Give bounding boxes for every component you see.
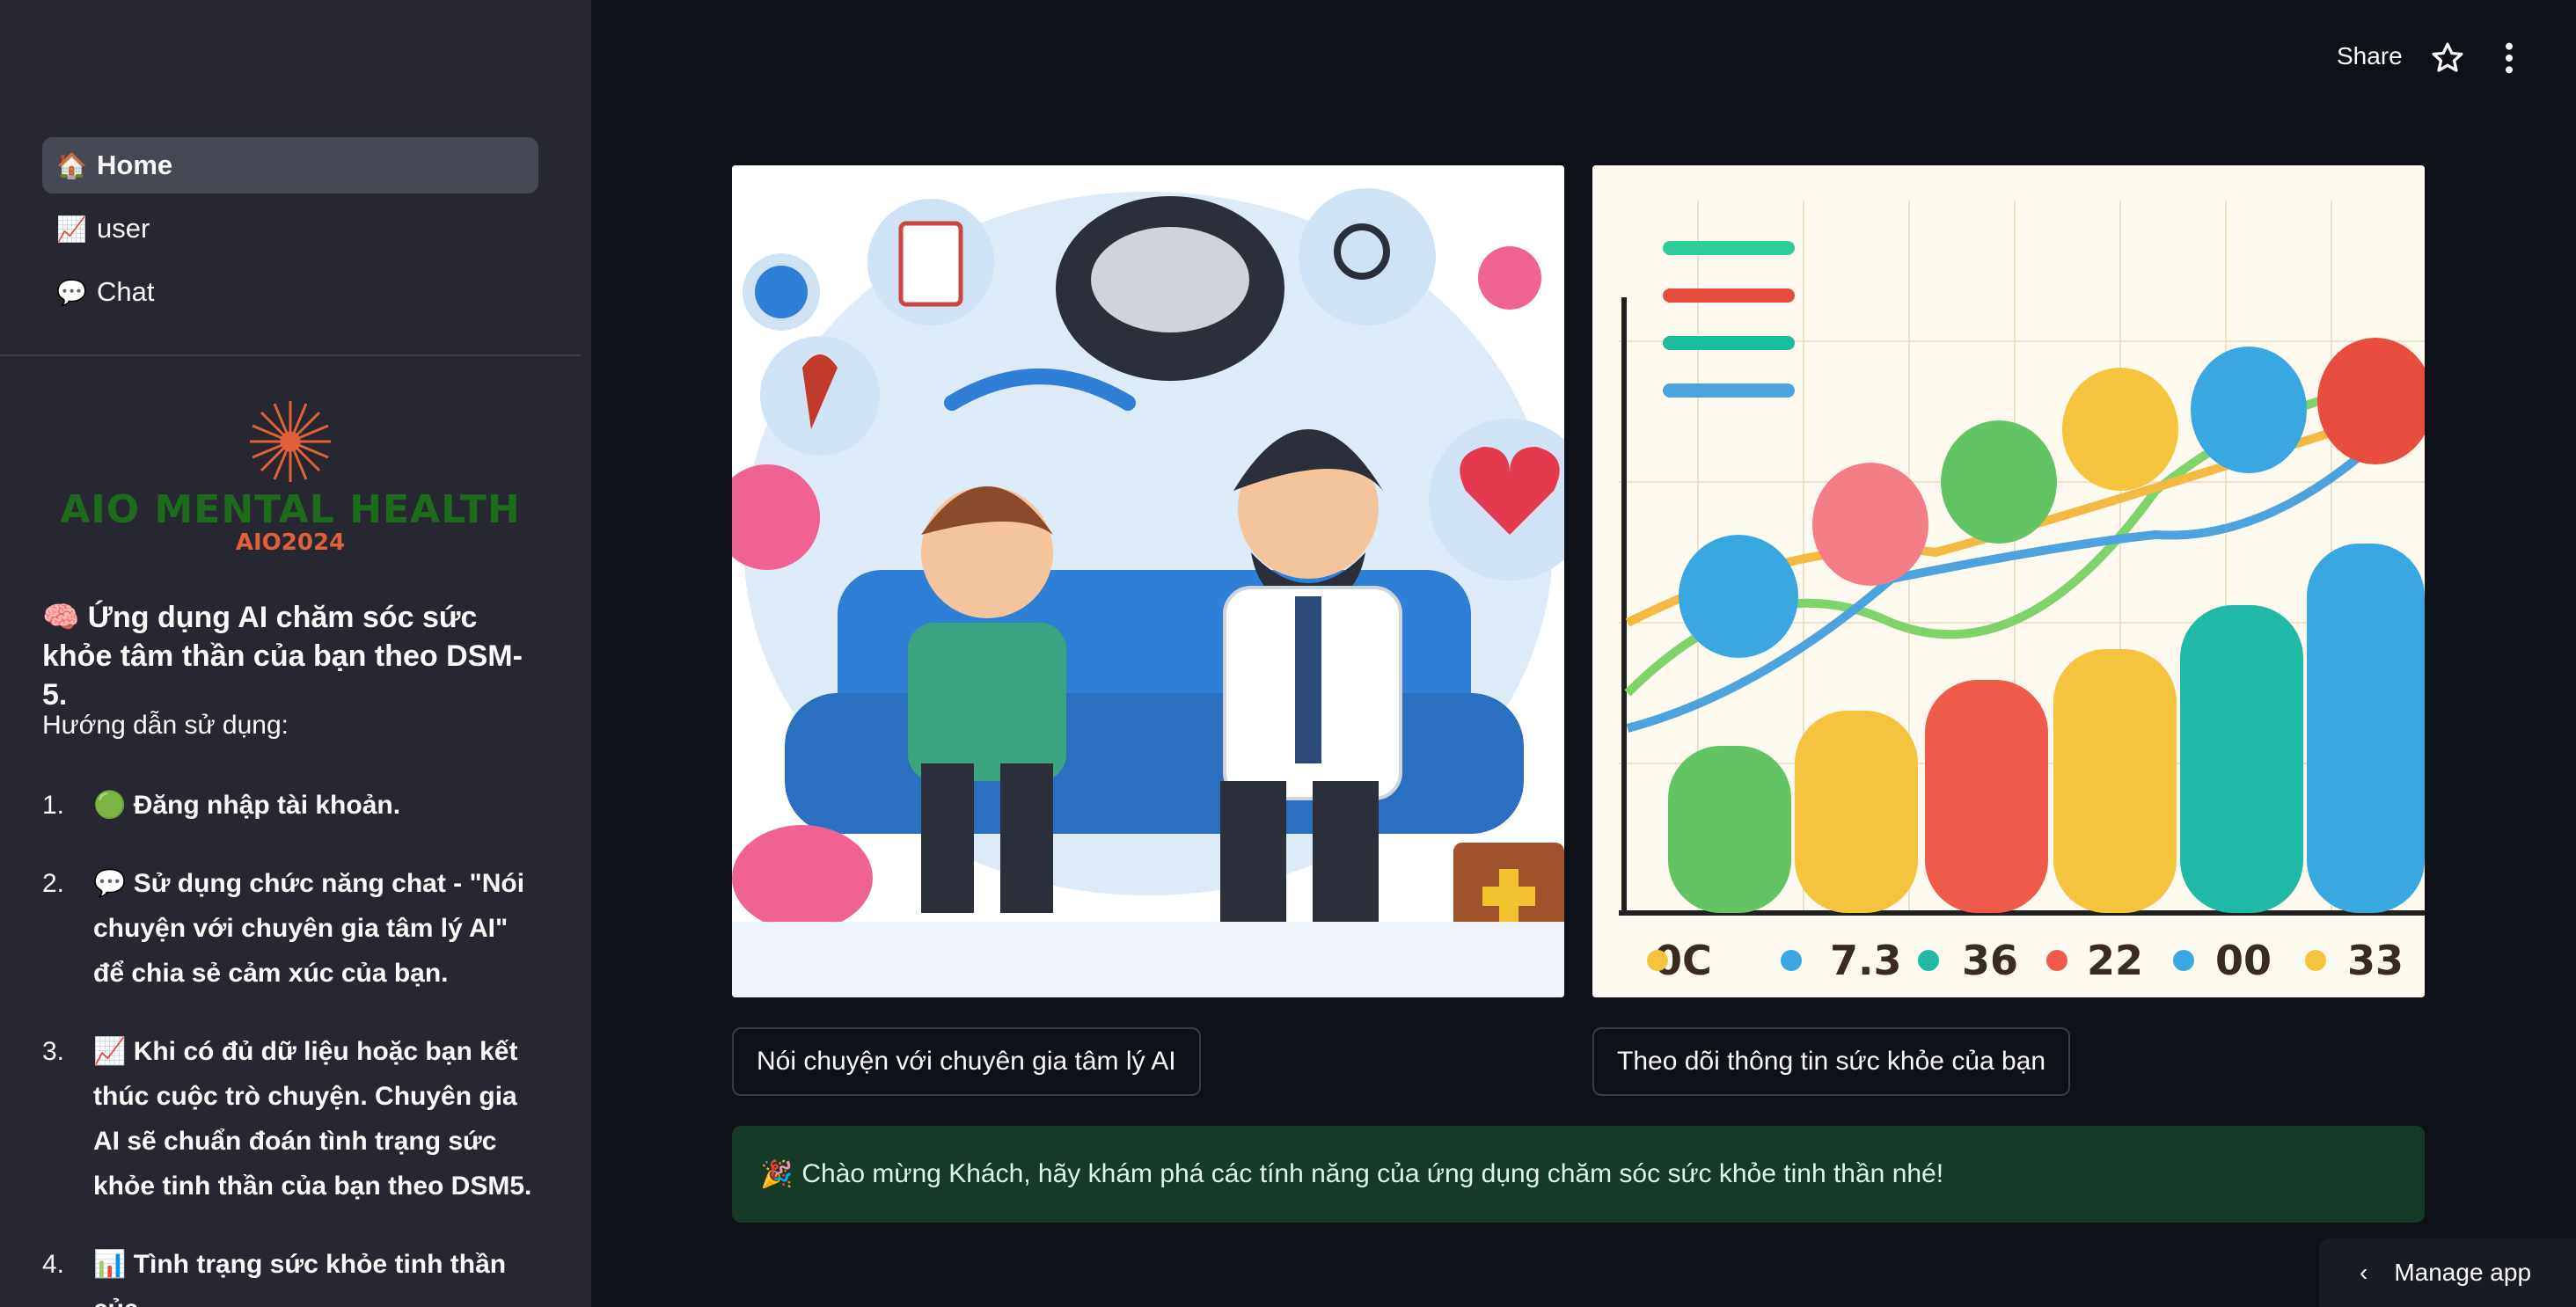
chart-label: 7.3 [1830, 937, 1902, 984]
list-item: 3. 📈 Khi có đủ dữ liệu hoặc bạn kết thúc … [42, 1037, 532, 1201]
sidebar-item-chat[interactable]: 💬 Chat [42, 264, 538, 320]
health-chart-illustration: 0C 7.3 36 22 00 33 [1592, 165, 2425, 997]
app-logo: AIO MENTAL HEALTH AIO2024 [42, 396, 538, 563]
counseling-illustration [732, 165, 1564, 997]
sidebar-item-home[interactable]: 🏠 Home [42, 137, 538, 193]
sidebar-item-label: Home [97, 150, 173, 180]
logo-subtitle: AIO2024 [235, 529, 346, 556]
list-item: 1. 🟢 Đăng nhập tài khoản. [42, 791, 401, 820]
app-intro: 🧠 Ứng dụng AI chăm sóc sức khỏe tâm thần… [42, 601, 523, 712]
chart-icon: 📈 [56, 215, 87, 243]
talk-to-ai-expert-button[interactable]: Nói chuyện với chuyên gia tâm lý AI [732, 1027, 1201, 1096]
welcome-success-alert: 🎉 Chào mừng Khách, hãy khám phá các tính… [732, 1126, 2425, 1223]
share-button[interactable]: Share [2337, 42, 2403, 70]
chart-label: 22 [2087, 937, 2143, 984]
speech-bubble-icon: 💬 [56, 278, 87, 306]
chevron-left-icon: ‹ [2360, 1259, 2368, 1286]
guide-steps: 1. 🟢 Đăng nhập tài khoản. 2. 💬 Sử dụng chứ… [42, 783, 544, 1307]
sidebar-item-user[interactable]: 📈 user [42, 201, 538, 257]
chart-label: 33 [2347, 937, 2404, 984]
list-item: 4.📊 Tình trạng sức khỏe tinh thần của [42, 1250, 507, 1307]
track-health-info-button[interactable]: Theo dõi thông tin sức khỏe của bạn [1592, 1027, 2071, 1096]
sidebar-item-label: Chat [97, 276, 155, 307]
list-item: 2. 💬 Sử dụng chức năng chat - "Nói chuyện… [42, 869, 525, 988]
sidebar-item-label: user [97, 213, 150, 244]
kebab-menu-icon[interactable] [2495, 40, 2523, 76]
manage-app-button[interactable]: ‹ Manage app [2319, 1238, 2576, 1307]
chart-label: 36 [1962, 937, 2018, 984]
sunburst-logo-icon [250, 401, 331, 482]
logo-title: AIO MENTAL HEALTH [60, 487, 521, 532]
guide-title: Hướng dẫn sử dụng: [42, 711, 289, 740]
sidebar-divider [0, 354, 581, 356]
chart-label: 00 [2215, 937, 2272, 984]
star-icon[interactable] [2430, 40, 2465, 76]
party-popper-icon: 🎉 [760, 1159, 794, 1189]
home-icon: 🏠 [56, 151, 87, 179]
manage-app-label: Manage app [2394, 1259, 2532, 1286]
welcome-message: Chào mừng Khách, hãy khám phá các tính n… [801, 1159, 1944, 1188]
sidebar-nav: 🏠 Home 📈 user 💬 Chat [42, 137, 538, 327]
sidebar: 🏠 Home 📈 user 💬 Chat AIO MENTAL HEALTH A… [0, 0, 591, 1307]
